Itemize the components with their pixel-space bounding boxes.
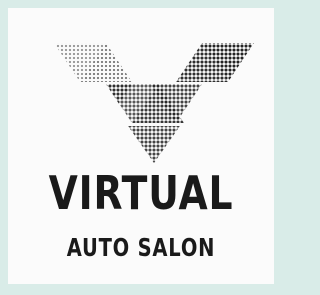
brand-title: VIRTUAL (48, 166, 234, 220)
triangle-bottom-tip (128, 126, 180, 163)
brand-subtitle: AUTO SALON (66, 233, 216, 262)
logo-card: VIRTUAL AUTO SALON (8, 8, 274, 284)
